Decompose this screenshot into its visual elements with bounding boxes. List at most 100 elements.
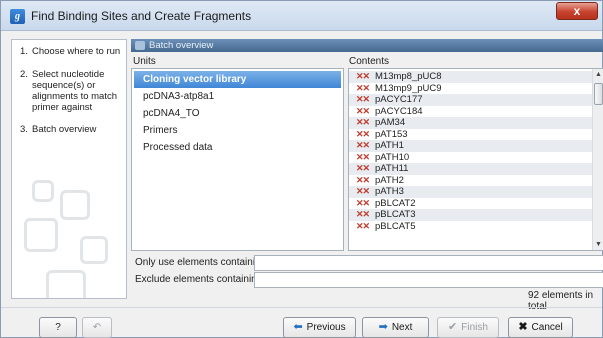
list-item[interactable]: ✕✕ pATH2 xyxy=(349,175,593,187)
app-icon: g xyxy=(10,9,25,24)
exclude-filter-label: Exclude elements containing: xyxy=(135,274,266,285)
sequence-icon: ✕✕ xyxy=(356,220,370,231)
arrow-right-icon: ➡ xyxy=(378,321,388,333)
decorative-square xyxy=(80,236,108,264)
sequence-icon: ✕✕ xyxy=(356,209,370,219)
panel-title: Batch overview xyxy=(149,40,214,51)
list-item[interactable]: ✕✕ pBLCAT2 xyxy=(349,198,593,210)
sequence-icon: ✕✕ xyxy=(356,151,370,162)
content-name: pBLCAT3 xyxy=(375,209,416,220)
sequence-icon: ✕✕ xyxy=(356,186,370,196)
content-name: pACYC184 xyxy=(375,105,423,117)
content-name: pATH11 xyxy=(375,163,409,174)
sequence-icon: ✕✕ xyxy=(356,117,370,127)
content-name: M13mp9_pUC9 xyxy=(375,82,442,94)
units-list[interactable]: Cloning vector library pcDNA3-atp8a1 pcD… xyxy=(131,68,344,251)
list-item[interactable]: ✕✕ pBLCAT5 xyxy=(349,221,593,233)
include-filter-input[interactable] xyxy=(254,255,603,271)
decorative-square xyxy=(32,180,54,202)
step-number: 1. xyxy=(20,46,28,57)
list-item[interactable]: ✕✕ pACYC177 xyxy=(349,94,593,106)
wizard-steps-panel: 1. Choose where to run 2. Select nucleotid… xyxy=(11,39,127,299)
next-button[interactable]: ➡ Next xyxy=(362,317,429,338)
sequence-icon: ✕✕ xyxy=(356,71,370,81)
list-item[interactable]: ✕✕ pATH1 xyxy=(349,140,593,152)
exclude-filter-input[interactable] xyxy=(254,272,603,288)
sequence-icon: ✕✕ xyxy=(356,174,370,185)
cancel-x-icon: ✖ xyxy=(518,321,528,333)
finish-label: Finish xyxy=(461,322,488,333)
dialog-window: g Find Binding Sites and Create Fragment… xyxy=(0,0,603,338)
previous-button[interactable]: ⬅ Previous xyxy=(283,317,356,338)
decorative-square xyxy=(60,190,90,220)
unit-item-cloning-vector-library[interactable]: Cloning vector library xyxy=(134,71,341,88)
units-header: Units xyxy=(133,56,156,67)
content-name: pAM34 xyxy=(375,117,406,128)
list-item[interactable]: ✕✕ pATH11 xyxy=(349,163,593,175)
sequence-icon: ✕✕ xyxy=(356,197,370,208)
contents-header: Contents xyxy=(349,56,390,67)
title-bar[interactable]: g Find Binding Sites and Create Fragment… xyxy=(1,1,602,31)
content-name: pATH2 xyxy=(375,174,404,186)
sequence-icon: ✕✕ xyxy=(356,82,370,93)
panel-title-bar: Batch overview xyxy=(131,39,603,52)
content-name: pATH1 xyxy=(375,140,404,151)
step-label: Batch overview xyxy=(32,124,97,135)
content-name: pBLCAT5 xyxy=(375,220,416,232)
reset-icon: ↶ xyxy=(92,322,102,333)
list-item[interactable]: ✕✕ pACYC184 xyxy=(349,106,593,118)
scroll-down-icon[interactable]: ▼ xyxy=(594,241,603,248)
step-label: Choose where to run xyxy=(32,46,121,57)
arrow-left-icon: ⬅ xyxy=(293,321,303,333)
help-button[interactable]: ? xyxy=(39,317,77,338)
step-number: 3. xyxy=(20,124,28,135)
list-item[interactable]: ✕✕ pBLCAT3 xyxy=(349,209,593,221)
sequence-icon: ✕✕ xyxy=(356,163,370,173)
panel-icon xyxy=(135,41,145,50)
sequence-icon: ✕✕ xyxy=(356,140,370,150)
window-title: Find Binding Sites and Create Fragments xyxy=(31,9,252,23)
scroll-up-icon[interactable]: ▲ xyxy=(594,71,603,78)
reset-button[interactable]: ↶ xyxy=(82,317,112,338)
element-count: 92 elements in total xyxy=(528,290,594,312)
list-item[interactable]: ✕✕ pATH10 xyxy=(349,152,593,164)
unit-item-pcdna4-to[interactable]: pcDNA4_TO xyxy=(134,105,341,122)
list-item[interactable]: ✕✕ M13mp8_pUC8 xyxy=(349,71,593,83)
step-select-sequences: 2. Select nucleotide sequence(s) or align… xyxy=(20,69,122,113)
finish-button[interactable]: ✔ Finish xyxy=(437,317,499,338)
sequence-icon: ✕✕ xyxy=(356,128,370,139)
unit-item-pcdna3-atp8a1[interactable]: pcDNA3-atp8a1 xyxy=(134,88,341,105)
step-choose-where-to-run: 1. Choose where to run xyxy=(20,46,122,57)
cancel-label: Cancel xyxy=(531,322,563,333)
step-batch-overview: 3. Batch overview xyxy=(20,124,122,135)
previous-label: Previous xyxy=(306,322,346,333)
list-item[interactable]: ✕✕ pAT153 xyxy=(349,129,593,141)
help-label: ? xyxy=(55,322,61,333)
divider xyxy=(1,307,602,308)
content-name: pATH3 xyxy=(375,186,404,197)
decorative-square xyxy=(24,218,58,252)
contents-scrollbar[interactable]: ▲ ▼ xyxy=(592,69,603,250)
unit-item-primers[interactable]: Primers xyxy=(134,122,341,139)
step-label: Select nucleotide sequence(s) or alignme… xyxy=(32,69,118,113)
contents-list[interactable]: ✕✕ M13mp8_pUC8 ✕✕ M13mp9_pUC9 ✕✕ pACYC177 ✕… xyxy=(348,68,603,251)
content-name: M13mp8_pUC8 xyxy=(375,71,442,82)
list-item[interactable]: ✕✕ pATH3 xyxy=(349,186,593,198)
content-name: pACYC177 xyxy=(375,94,423,105)
close-button[interactable]: x xyxy=(556,2,598,20)
unit-item-processed-data[interactable]: Processed data xyxy=(134,139,341,156)
content-name: pATH10 xyxy=(375,151,410,163)
content-name: pAT153 xyxy=(375,128,408,140)
content-name: pBLCAT2 xyxy=(375,197,416,209)
checkmark-icon: ✔ xyxy=(448,321,458,333)
step-number: 2. xyxy=(20,69,28,80)
next-label: Next xyxy=(391,322,413,333)
list-item[interactable]: ✕✕ pAM34 xyxy=(349,117,593,129)
sequence-icon: ✕✕ xyxy=(356,94,370,104)
cancel-button[interactable]: ✖ Cancel xyxy=(508,317,573,338)
scrollbar-thumb[interactable] xyxy=(594,83,603,105)
list-item[interactable]: ✕✕ M13mp9_pUC9 xyxy=(349,83,593,95)
include-filter-label: Only use elements containing: xyxy=(135,257,269,268)
sequence-icon: ✕✕ xyxy=(356,105,370,116)
decorative-square xyxy=(46,270,86,298)
